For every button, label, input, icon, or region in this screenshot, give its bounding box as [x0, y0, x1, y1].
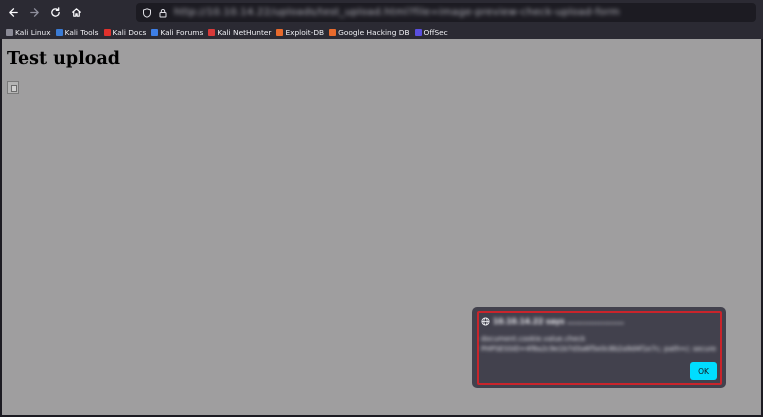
arrow-right-icon [30, 8, 39, 17]
bookmark-label: Google Hacking DB [338, 27, 410, 37]
bookmark-favicon-icon [329, 28, 337, 36]
address-bar[interactable]: http://10.10.14.22/uploads/test_upload.h… [136, 3, 756, 22]
dialog-origin-text: 10.10.14.22 says .................... [493, 317, 625, 326]
bookmark-item[interactable]: Kali Forums [151, 28, 203, 37]
bookmark-item[interactable]: Kali Docs [103, 27, 147, 37]
bookmark-item[interactable]: Kali Linux [6, 28, 51, 37]
bookmark-label: Kali Linux [15, 27, 51, 37]
lock-icon[interactable] [158, 8, 168, 18]
dialog-message-line-2: PHPSESSID=4f8a2c9e1b7d3a6f5e0c8b2a9d4f1e… [481, 345, 717, 353]
bookmark-item[interactable]: OffSec [414, 27, 448, 37]
reload-icon [51, 7, 60, 17]
dialog-origin: 10.10.14.22 says .................... [481, 317, 624, 326]
bookmark-label: Kali Docs [112, 27, 147, 37]
bookmark-label: Exploit-DB [285, 27, 325, 37]
reload-button[interactable] [46, 3, 65, 22]
bookmark-favicon-icon [151, 28, 159, 36]
dialog-message-line-1: document.cookie.value.check [481, 335, 586, 343]
bookmark-label: Kali Tools [64, 27, 99, 37]
bookmark-favicon-icon [414, 28, 422, 36]
bookmark-label: Kali Forums [160, 27, 204, 37]
bookmark-item[interactable]: Kali NetHunter [208, 28, 271, 37]
bookmark-item[interactable]: Google Hacking DB [329, 27, 410, 37]
page-title: Test upload [7, 49, 121, 69]
bookmark-favicon-icon [103, 28, 111, 36]
bookmark-item[interactable]: Exploit-DB [276, 28, 324, 37]
ok-button[interactable]: OK [690, 362, 717, 380]
shield-icon[interactable] [142, 7, 152, 18]
url-text[interactable]: http://10.10.14.22/uploads/test_upload.h… [174, 7, 620, 18]
bookmark-item[interactable]: Kali Tools [55, 27, 99, 37]
browser-toolbar: http://10.10.14.22/uploads/test_upload.h… [0, 0, 763, 25]
back-button[interactable] [4, 3, 23, 22]
bookmark-favicon-icon [55, 28, 63, 36]
browser-window: http://10.10.14.22/uploads/test_upload.h… [0, 0, 763, 417]
bookmark-label: Kali NetHunter [217, 27, 272, 37]
bookmark-label: OffSec [423, 27, 448, 37]
bookmark-favicon-icon [276, 28, 284, 36]
arrow-left-icon [9, 8, 18, 17]
home-button[interactable] [67, 3, 86, 22]
forward-button[interactable] [25, 3, 44, 22]
bookmark-favicon-icon [6, 28, 13, 36]
globe-icon [481, 317, 490, 326]
bookmark-favicon-icon [208, 28, 216, 36]
broken-image-icon [7, 81, 19, 94]
bookmarks-bar: Kali Linux Kali Tools Kali Docs Kali Forums… [0, 25, 763, 39]
home-icon [71, 8, 82, 17]
